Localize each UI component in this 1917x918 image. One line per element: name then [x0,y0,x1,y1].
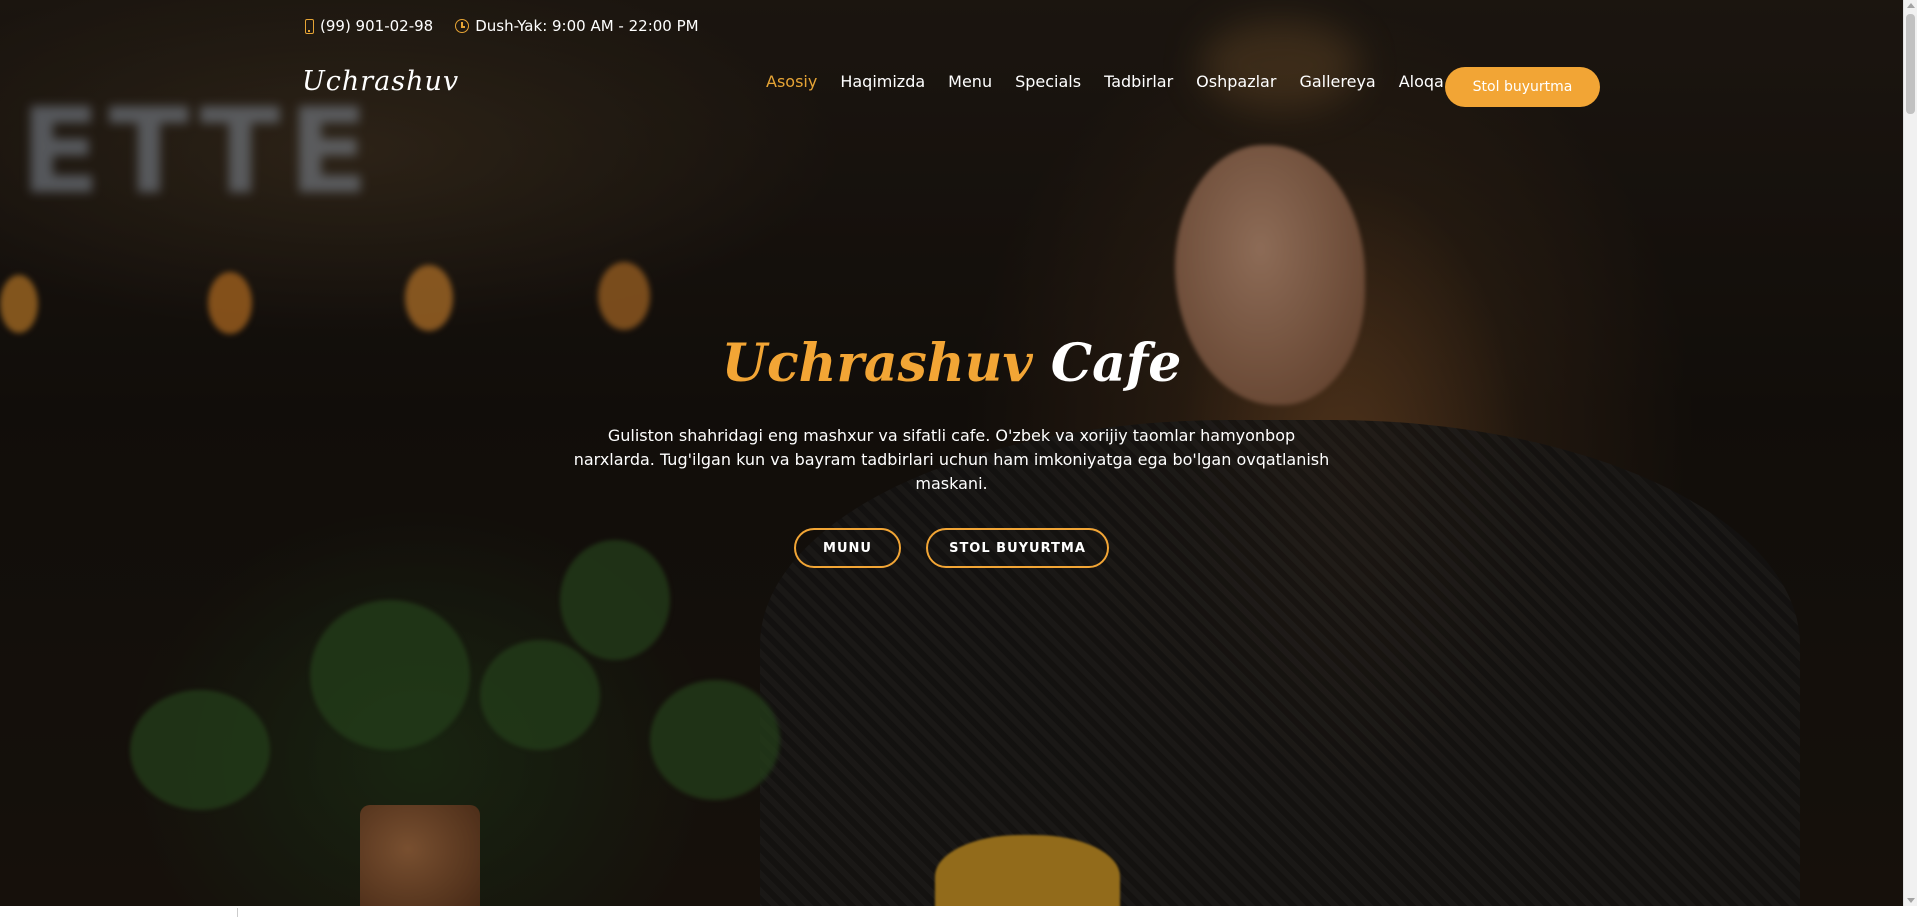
scroll-up-icon[interactable] [1907,3,1915,8]
hero-title-brand: Uchrashuv [721,333,1033,394]
scroll-down-icon[interactable] [1907,898,1915,903]
opening-hours: Dush-Yak: 9:00 AM - 22:00 PM [475,17,699,35]
main-nav: Asosiy Haqimizda Menu Specials Tadbirlar… [766,72,1444,91]
nav-gallereya[interactable]: Gallereya [1299,72,1375,91]
hero-description: Guliston shahridagi eng mashxur va sifat… [573,426,1330,493]
hero-title-rest: Cafe [1050,333,1182,394]
vertical-scrollbar[interactable] [1903,0,1917,906]
nav-oshpazlar[interactable]: Oshpazlar [1196,72,1276,91]
page-bottom-strip [0,906,1917,918]
menu-button[interactable]: MUNU [794,528,901,568]
phone-icon [305,18,314,34]
nav-specials[interactable]: Specials [1015,72,1081,91]
nav-haqimizda[interactable]: Haqimizda [840,72,925,91]
hero-section: ETTE (99) 901-02-98 Dush-Yak: 9:00 AM - … [0,0,1903,906]
divider [237,908,238,917]
phone-info[interactable]: (99) 901-02-98 [305,17,433,35]
hours-info: Dush-Yak: 9:00 AM - 22:00 PM [455,17,699,35]
clock-icon [455,19,470,33]
nav-tadbirlar[interactable]: Tadbirlar [1104,72,1173,91]
nav-menu[interactable]: Menu [948,72,992,91]
scrollbar-thumb[interactable] [1906,14,1915,114]
site-logo[interactable]: Uchrashuv [302,66,459,97]
order-table-button[interactable]: STOL BUYURTMA [926,528,1109,568]
nav-aloqa[interactable]: Aloqa [1399,72,1444,91]
hero-title: Uchrashuv Cafe [0,331,1903,397]
book-table-button[interactable]: Stol buyurtma [1445,67,1600,107]
nav-asosiy[interactable]: Asosiy [766,72,817,91]
top-info-bar: (99) 901-02-98 Dush-Yak: 9:00 AM - 22:00… [305,14,699,38]
phone-number[interactable]: (99) 901-02-98 [320,17,433,35]
